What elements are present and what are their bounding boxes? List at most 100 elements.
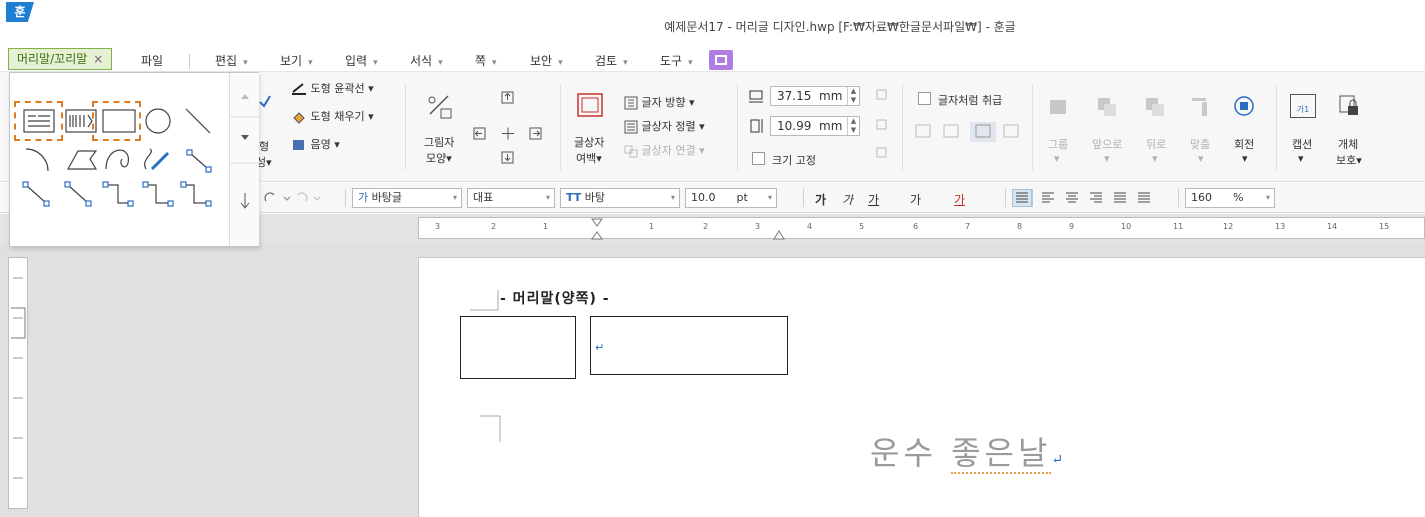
menu-view[interactable]: 보기 ▾ xyxy=(280,52,313,69)
bold-button[interactable]: 가 xyxy=(815,191,826,208)
strike-button[interactable]: 가 xyxy=(910,191,921,208)
menu-edit[interactable]: 편집 ▾ xyxy=(215,52,248,69)
close-icon[interactable]: × xyxy=(93,52,103,66)
undo-redo-icons[interactable] xyxy=(262,191,322,205)
shade-button[interactable]: 음영 ▾ xyxy=(291,136,340,152)
shape-fill-button[interactable]: 도형 채우기 ▾ xyxy=(291,108,374,124)
ruler-number: 3 xyxy=(755,222,761,231)
rotate-label[interactable]: 회전 xyxy=(1234,136,1254,152)
menu-page-label: 쪽 xyxy=(475,54,487,68)
polygon-shape-icon xyxy=(66,150,98,170)
shape-outline-button[interactable]: 도형 윤곽선 ▾ xyxy=(291,80,374,96)
scroll-arrows[interactable] xyxy=(230,73,260,245)
spin-down-icon[interactable]: ▼ xyxy=(851,96,856,104)
ruler-number: 1 xyxy=(649,222,655,231)
title-bar: 훈 예제문서17 - 머리글 디자인.hwp [F:₩자료₩한글문서파일₩] -… xyxy=(0,0,1425,44)
menu-review[interactable]: 검토 ▾ xyxy=(595,52,628,69)
ruler-number: 7 xyxy=(965,222,971,231)
text-box-right[interactable]: ↵ xyxy=(590,316,788,375)
spin-buttons[interactable]: ▲ ▼ xyxy=(847,87,859,105)
protect-label-2[interactable]: 보호▾ xyxy=(1336,152,1362,168)
protect-label-1[interactable]: 개체 xyxy=(1338,136,1358,152)
spin-down-icon[interactable]: ▼ xyxy=(851,126,856,134)
shadow-shape-label-2: 모양▾ xyxy=(426,152,452,165)
caption-label[interactable]: 캡션 xyxy=(1292,136,1312,152)
chevron-down-icon: ▾ xyxy=(699,120,705,133)
text-align-button[interactable]: 글상자 정렬 ▾ xyxy=(624,118,705,134)
text-box-left[interactable] xyxy=(460,316,576,379)
chevron-down-icon: ▾ xyxy=(1104,152,1110,165)
font-size-select[interactable]: 10.0 pt ▾ xyxy=(685,188,777,208)
chevron-down-icon: ▾ xyxy=(623,58,628,68)
connector-elbow-icon xyxy=(102,181,134,207)
menu-insert-label: 입력 xyxy=(345,54,368,68)
spin-up-icon[interactable]: ▲ xyxy=(851,117,856,125)
style-value: 바탕글 xyxy=(371,191,402,204)
ruler-number: 3 xyxy=(435,222,441,231)
treat-as-char-checkbox[interactable] xyxy=(918,92,931,105)
menu-security[interactable]: 보안 ▾ xyxy=(530,52,563,69)
window-title: 예제문서17 - 머리글 디자인.hwp [F:₩자료₩한글문서파일₩] - 훈… xyxy=(664,20,1016,34)
language-select[interactable]: 대표 ▾ xyxy=(467,188,555,208)
text-direction-icon xyxy=(624,96,638,110)
paragraph-align-icons[interactable] xyxy=(1012,189,1172,207)
ruler-number: 4 xyxy=(807,222,813,231)
menu-file[interactable]: 파일 xyxy=(141,52,163,69)
ruler-number: 14 xyxy=(1327,222,1338,231)
height-value: 10.99 xyxy=(777,119,812,133)
body-text-word-2: 좋은날 xyxy=(951,434,1052,474)
width-spinbox[interactable]: 37.15 mm ▲ ▼ xyxy=(770,86,860,106)
style-select[interactable]: 가 바탕글 ▾ xyxy=(352,188,462,208)
send-back-label[interactable]: 뒤로 xyxy=(1146,136,1166,152)
menu-security-label: 보안 xyxy=(530,54,553,68)
font-size-value: 10.0 xyxy=(691,191,716,204)
menu-tools[interactable]: 도구 ▾ xyxy=(660,52,693,69)
chevron-down-icon: ▾ xyxy=(1054,152,1060,165)
ruler-number: 11 xyxy=(1173,222,1184,231)
align-objects-label[interactable]: 맞춤 xyxy=(1190,136,1210,152)
shape-gallery[interactable] xyxy=(10,73,228,245)
shadow-shape-label-1: 그림자 xyxy=(424,136,455,149)
vertical-ruler[interactable] xyxy=(8,257,28,509)
chevron-down-icon: ▾ xyxy=(368,110,374,123)
italic-button[interactable]: 가 xyxy=(842,191,853,208)
text-align-label: 글상자 정렬 xyxy=(641,120,696,133)
connector-double-arrow-icon xyxy=(64,181,92,207)
share-icon[interactable] xyxy=(709,50,733,70)
menu-review-label: 검토 xyxy=(595,54,618,68)
spin-up-icon[interactable]: ▲ xyxy=(851,87,856,95)
menu-insert[interactable]: 입력 ▾ xyxy=(345,52,378,69)
app-logo[interactable]: 훈 xyxy=(6,2,34,22)
menu-format[interactable]: 서식 ▾ xyxy=(410,52,443,69)
group-label[interactable]: 그룹 xyxy=(1048,136,1068,152)
ruler-number: 10 xyxy=(1121,222,1132,231)
nudge-arrows[interactable] xyxy=(470,88,550,168)
indent-marker-icon[interactable] xyxy=(591,218,603,240)
spin-buttons[interactable]: ▲ ▼ xyxy=(847,117,859,135)
font-select[interactable]: TT 바탕 ▾ xyxy=(560,188,680,208)
format-separator xyxy=(1178,189,1179,207)
menu-page[interactable]: 쪽 ▾ xyxy=(475,52,497,69)
right-margin-marker-icon[interactable] xyxy=(773,228,785,240)
chevron-down-icon: ▾ xyxy=(243,58,248,68)
tab-header-footer[interactable]: 머리말/꼬리말 × xyxy=(8,48,113,70)
height-spinbox[interactable]: 10.99 mm ▲ ▼ xyxy=(770,116,860,136)
size-lock-icons[interactable] xyxy=(874,88,890,158)
fix-size-checkbox[interactable] xyxy=(752,152,765,165)
chevron-down-icon: ▾ xyxy=(373,58,378,68)
zoom-value: 160 xyxy=(1191,191,1212,204)
ribbon-separator xyxy=(902,84,903,170)
shadow-shape-button[interactable] xyxy=(424,92,458,125)
font-color-button[interactable]: 가 xyxy=(954,191,965,208)
header-label: - 머리말(양쪽) - xyxy=(500,291,610,307)
underline-button[interactable]: 가 xyxy=(868,191,879,208)
zoom-select[interactable]: 160 % ▾ xyxy=(1185,188,1275,208)
textbox-margin-button[interactable] xyxy=(576,92,606,123)
chevron-down-icon: ▾ xyxy=(1242,152,1248,165)
text-wrap-icons[interactable] xyxy=(914,122,1024,142)
popup-scrollbar[interactable] xyxy=(229,73,260,246)
bring-front-label[interactable]: 앞으로 xyxy=(1092,136,1122,152)
text-direction-button[interactable]: 글자 방향 ▾ xyxy=(624,94,695,110)
text-link-button[interactable]: 글상자 연결 ▾ xyxy=(624,142,705,158)
scroll-down-icon xyxy=(241,135,249,140)
